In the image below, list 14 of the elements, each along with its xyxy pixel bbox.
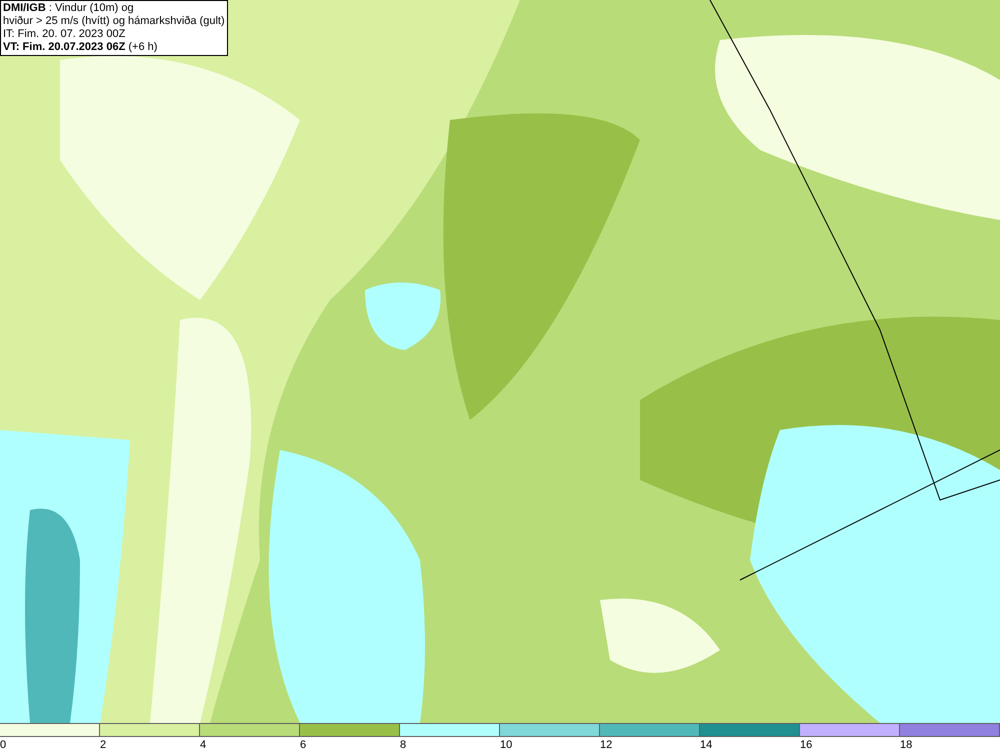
- legend-label: 10: [500, 738, 512, 753]
- title-line: IT: Fim. 20. 07. 2023 00Z: [3, 28, 126, 41]
- legend-label: 4: [200, 738, 206, 753]
- title-line: DMI/IGB : Vindur (10m) og: [3, 2, 135, 15]
- legend-label: 6: [300, 738, 306, 753]
- legend-label: 14: [700, 738, 712, 753]
- legend-label: 18: [900, 738, 912, 753]
- legend-label: 0: [0, 738, 6, 753]
- title-line: VT: Fim. 20.07.2023 06Z (+6 h): [3, 41, 158, 54]
- legend-label: 12: [600, 738, 612, 753]
- legend-label: 16: [800, 738, 812, 753]
- legend-label: 8: [400, 738, 406, 753]
- title-line: hviður > 25 m/s (hvítt) og hámarkshviða (gult): [3, 15, 225, 28]
- legend-label: 2: [100, 738, 106, 753]
